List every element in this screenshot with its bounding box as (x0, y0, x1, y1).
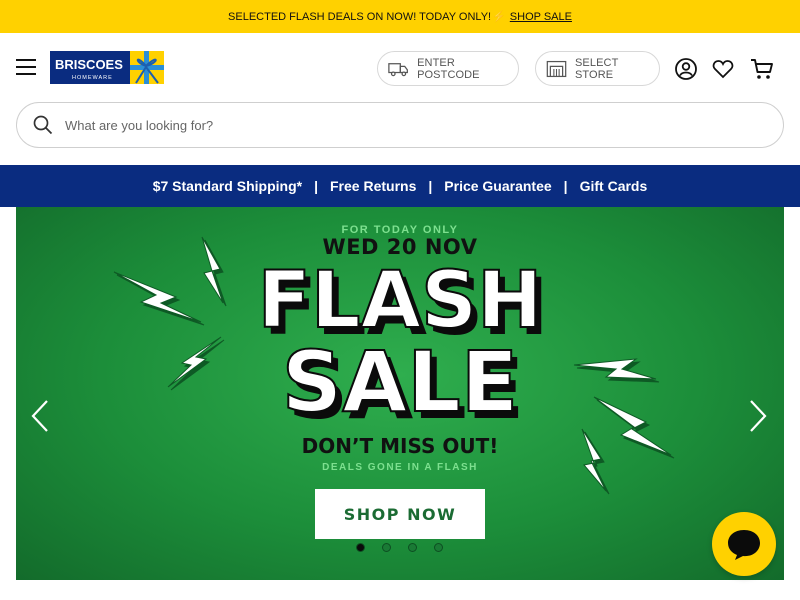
carousel-dot[interactable] (356, 543, 365, 552)
usp-separator: | (428, 178, 433, 194)
select-store-button[interactable]: SELECT STORE (535, 51, 660, 86)
svg-text:HOMEWARE: HOMEWARE (72, 75, 113, 81)
search-input[interactable] (65, 117, 745, 133)
postcode-label: ENTER POSTCODE (417, 56, 480, 81)
cart-icon[interactable] (750, 57, 774, 81)
menu-icon[interactable] (16, 59, 36, 75)
svg-text:BRISCOES: BRISCOES (55, 57, 123, 72)
briscoes-logo[interactable]: BRISCOES HOMEWARE (50, 50, 166, 86)
usp-shipping-link[interactable]: $7 Standard Shipping* (153, 178, 302, 194)
hero-carousel[interactable]: FLASH FLASH SALE SALE FOR TODAY ONLY WED… (16, 207, 784, 580)
heart-icon[interactable] (711, 57, 735, 81)
store-icon (546, 60, 567, 77)
usp-separator: | (314, 178, 318, 194)
chat-button[interactable] (712, 512, 776, 576)
lightning-bolt-icon (113, 236, 227, 391)
hero-date: WED 20 NOV (322, 235, 478, 259)
store-label: SELECT STORE (575, 56, 619, 81)
promo-text: SELECTED FLASH DEALS ON NOW! TODAY ONLY! (228, 10, 492, 23)
chat-icon (728, 530, 760, 560)
hero-headline-line2: SALE (282, 333, 518, 431)
lightning-bolt-icon: ⚡ (492, 11, 506, 23)
chevron-left-icon[interactable] (30, 399, 50, 433)
search-bar (16, 102, 784, 148)
hero-subtagline: DEALS GONE IN A FLASH (322, 462, 478, 473)
usp-gift-cards-link[interactable]: Gift Cards (580, 178, 648, 194)
chevron-right-icon[interactable] (748, 399, 768, 433)
shop-now-button[interactable]: SHOP NOW (315, 489, 485, 539)
usp-bar: $7 Standard Shipping* | Free Returns | P… (0, 165, 800, 207)
usp-price-guarantee-link[interactable]: Price Guarantee (444, 178, 551, 194)
carousel-dots (356, 543, 460, 552)
carousel-dot[interactable] (382, 543, 391, 552)
search-icon[interactable] (33, 115, 53, 135)
promo-bar: SELECTED FLASH DEALS ON NOW! TODAY ONLY!… (0, 0, 800, 33)
hero-tagline: DON’T MISS OUT! (301, 434, 499, 458)
usp-separator: | (563, 178, 568, 194)
shop-sale-link[interactable]: SHOP SALE (510, 11, 572, 23)
truck-icon (388, 62, 408, 76)
account-icon[interactable] (674, 57, 698, 81)
enter-postcode-button[interactable]: ENTER POSTCODE (377, 51, 519, 86)
carousel-dot[interactable] (408, 543, 417, 552)
carousel-dot[interactable] (434, 543, 443, 552)
usp-returns-link[interactable]: Free Returns (330, 178, 416, 194)
lightning-bolt-icon (573, 358, 675, 495)
site-header: BRISCOES HOMEWARE ENTER POSTCODE SELECT … (0, 33, 800, 103)
